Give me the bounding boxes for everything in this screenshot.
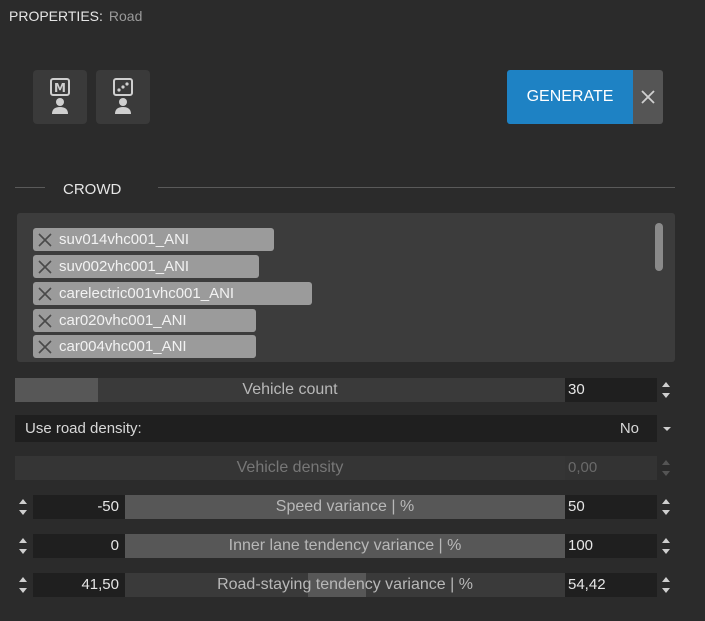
road-staying-min-spinner-icon[interactable] xyxy=(17,573,29,597)
generate-cancel-button[interactable] xyxy=(633,70,663,124)
speed-variance-min-spinner-icon[interactable] xyxy=(17,495,29,519)
road-density-label: Use road density: xyxy=(25,420,142,437)
inner-lane-max-spinner-icon[interactable] xyxy=(660,534,672,558)
remove-icon[interactable] xyxy=(38,340,52,354)
crowd-chip: suv014vhc001_ANI xyxy=(33,228,274,251)
vehicle-count-label: Vehicle count xyxy=(242,381,338,398)
manual-user-icon: M xyxy=(50,78,70,114)
vehicle-count-spinner-icon[interactable] xyxy=(660,378,672,402)
road-density-dropdown[interactable]: Use road density: No xyxy=(15,415,657,442)
properties-header: PROPERTIES: Road xyxy=(9,8,142,24)
speed-variance-max-spinner-icon[interactable] xyxy=(660,495,672,519)
speed-variance-max-input[interactable]: 50 xyxy=(565,495,657,519)
speed-variance-range-slider[interactable]: Speed variance | % xyxy=(125,495,565,519)
inner-lane-min-input[interactable]: 0 xyxy=(33,534,125,558)
crowd-chip-label: car020vhc001_ANI xyxy=(59,312,187,329)
crowd-chip: suv002vhc001_ANI xyxy=(33,255,259,278)
crowd-chip: carelectric001vhc001_ANI xyxy=(33,282,312,305)
crowd-chip: car020vhc001_ANI xyxy=(33,309,256,332)
vehicle-count-row: Vehicle count 30 xyxy=(0,378,705,402)
vehicle-count-input[interactable]: 30 xyxy=(565,378,657,402)
crowd-chip: car004vhc001_ANI xyxy=(33,335,256,358)
vehicle-density-input: 0,00 xyxy=(565,456,657,480)
road-staying-max-input[interactable]: 54,42 xyxy=(565,573,657,597)
remove-icon[interactable] xyxy=(38,287,52,301)
section-divider-left xyxy=(15,187,45,188)
remove-icon[interactable] xyxy=(38,233,52,247)
road-density-value: No xyxy=(619,420,639,437)
generate-button[interactable]: GENERATE xyxy=(507,70,633,124)
speed-variance-row: -50 Speed variance | % 50 xyxy=(0,495,705,519)
crowd-chip-label: suv002vhc001_ANI xyxy=(59,258,190,275)
crowd-chip-label: carelectric001vhc001_ANI xyxy=(59,285,235,302)
vehicle-density-spinner-icon xyxy=(662,460,670,476)
speed-variance-min-input[interactable]: -50 xyxy=(33,495,125,519)
inner-lane-max-input[interactable]: 100 xyxy=(565,534,657,558)
section-divider-right xyxy=(158,187,675,188)
close-icon xyxy=(641,90,655,104)
crowd-chip-label: suv014vhc001_ANI xyxy=(59,231,190,248)
remove-icon[interactable] xyxy=(38,260,52,274)
manual-mode-button[interactable]: M xyxy=(33,70,87,124)
road-staying-label: Road-staying tendency variance | % xyxy=(217,576,473,593)
road-staying-range-slider[interactable]: Road-staying tendency variance | % xyxy=(125,573,565,597)
random-mode-button[interactable] xyxy=(96,70,150,124)
inner-lane-row: 0 Inner lane tendency variance | % 100 xyxy=(0,534,705,558)
crowd-list[interactable]: suv014vhc001_ANI suv002vhc001_ANI carele… xyxy=(17,213,675,362)
vehicle-density-label: Vehicle density xyxy=(236,459,344,476)
inner-lane-range-slider[interactable]: Inner lane tendency variance | % xyxy=(125,534,565,558)
crowd-section-title: CROWD xyxy=(63,181,122,198)
crowd-list-scrollbar[interactable] xyxy=(655,223,663,271)
inner-lane-min-spinner-icon[interactable] xyxy=(17,534,29,558)
vehicle-density-row: Vehicle density 0,00 xyxy=(0,456,705,480)
properties-label: PROPERTIES: xyxy=(9,8,103,24)
vehicle-density-slider: Vehicle density xyxy=(15,456,565,480)
crowd-chip-label: car004vhc001_ANI xyxy=(59,338,187,355)
properties-value: Road xyxy=(108,8,143,24)
svg-text:M: M xyxy=(54,81,66,95)
road-staying-max-spinner-icon[interactable] xyxy=(660,573,672,597)
vehicle-count-slider[interactable]: Vehicle count xyxy=(15,378,565,402)
remove-icon[interactable] xyxy=(38,314,52,328)
chevron-down-icon[interactable] xyxy=(662,425,672,433)
road-staying-min-input[interactable]: 41,50 xyxy=(33,573,125,597)
dice-user-icon xyxy=(113,78,133,114)
road-staying-row: 41,50 Road-staying tendency variance | %… xyxy=(0,573,705,597)
